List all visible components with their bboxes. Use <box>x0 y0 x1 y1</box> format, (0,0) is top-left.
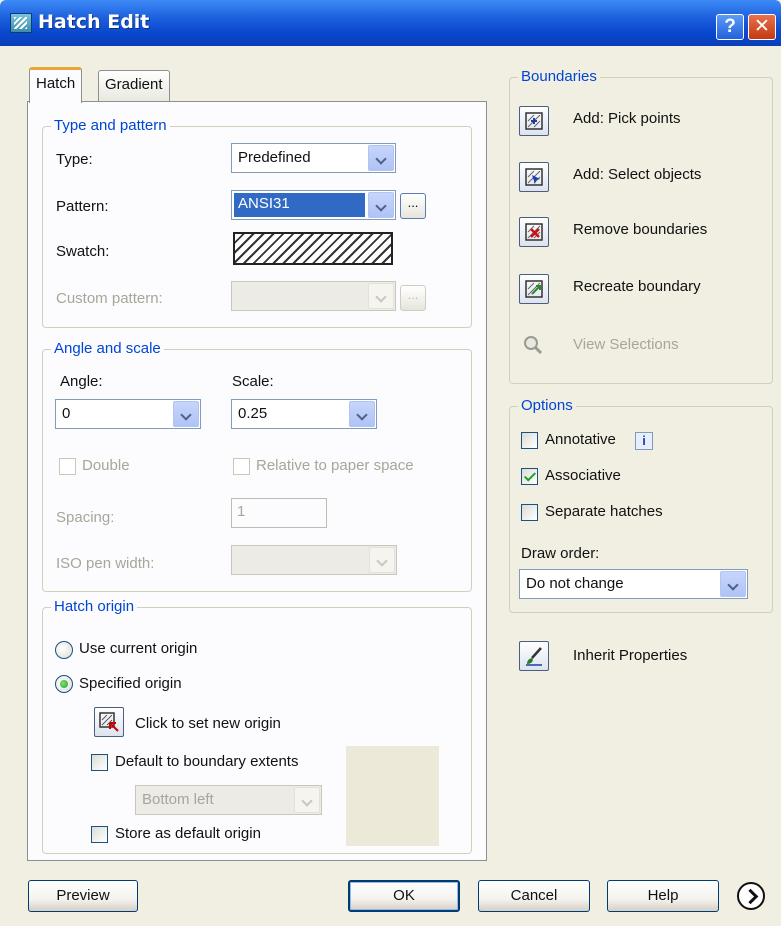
chevron-down-icon[interactable] <box>349 401 375 427</box>
iso-pen-width-label: ISO pen width: <box>56 555 155 572</box>
double-checkbox[interactable] <box>59 458 76 475</box>
pick-points-icon <box>525 112 543 130</box>
spacing-label: Spacing: <box>56 509 115 526</box>
custom-pattern-select[interactable] <box>231 281 396 311</box>
specified-origin-radio[interactable] <box>55 675 73 693</box>
pattern-swatch[interactable] <box>233 232 393 265</box>
scale-value: 0.25 <box>238 405 268 422</box>
type-value: Predefined <box>238 149 311 166</box>
angle-label: Angle: <box>60 373 103 390</box>
origin-position-select[interactable]: Bottom left <box>135 785 322 815</box>
origin-preview <box>346 746 439 846</box>
remove-boundaries-icon <box>525 223 543 241</box>
inherit-properties-label: Inherit Properties <box>573 647 688 664</box>
store-default-origin-checkbox[interactable] <box>91 826 108 843</box>
recreate-boundary-button[interactable] <box>519 274 549 304</box>
remove-boundaries-label: Remove boundaries <box>573 221 708 238</box>
default-boundary-extents-label: Default to boundary extents <box>115 753 299 770</box>
angle-value: 0 <box>62 405 71 422</box>
draw-order-value: Do not change <box>526 575 624 592</box>
chevron-down-icon[interactable] <box>368 283 394 309</box>
set-origin-label: Click to set new origin <box>135 715 281 732</box>
add-pick-points-label: Add: Pick points <box>573 110 681 127</box>
chevron-down-icon[interactable] <box>720 571 746 597</box>
ok-button[interactable]: OK <box>348 880 460 912</box>
options-legend: Options <box>518 397 576 414</box>
associative-checkbox[interactable] <box>521 468 538 485</box>
draw-order-label: Draw order: <box>521 545 600 562</box>
close-icon[interactable]: ✕ <box>748 14 776 40</box>
help-icon[interactable]: ? <box>716 14 744 40</box>
add-pick-points-button[interactable] <box>519 106 549 136</box>
annotative-checkbox[interactable] <box>521 432 538 449</box>
pattern-label: Pattern: <box>56 198 109 215</box>
pattern-browse-button[interactable]: ... <box>400 193 426 219</box>
specified-origin-label: Specified origin <box>79 675 182 692</box>
origin-position-value: Bottom left <box>142 791 214 808</box>
window-title: Hatch Edit <box>38 11 150 33</box>
set-origin-button[interactable] <box>94 707 124 737</box>
chevron-down-icon[interactable] <box>368 192 394 218</box>
title-bar[interactable]: Hatch Edit ? ✕ <box>0 0 781 46</box>
hatch-tab-panel: Type and pattern Type: Predefined Patter… <box>27 101 487 861</box>
chevron-down-icon[interactable] <box>369 547 395 573</box>
recreate-boundary-label: Recreate boundary <box>573 278 701 295</box>
spacing-input[interactable]: 1 <box>231 498 327 528</box>
pattern-select[interactable]: ANSI31 <box>231 190 396 220</box>
default-boundary-extents-checkbox[interactable] <box>91 754 108 771</box>
custom-pattern-browse-button[interactable]: ... <box>400 285 426 311</box>
chevron-down-icon[interactable] <box>294 787 320 813</box>
double-label: Double <box>82 457 130 474</box>
scale-label: Scale: <box>232 373 274 390</box>
boundaries-legend: Boundaries <box>518 68 600 85</box>
store-default-origin-label: Store as default origin <box>115 825 261 842</box>
use-current-origin-radio[interactable] <box>55 641 73 659</box>
paintbrush-icon <box>526 647 542 666</box>
custom-pattern-label: Custom pattern: <box>56 290 163 307</box>
relative-paper-space-label: Relative to paper space <box>256 457 414 474</box>
pattern-value: ANSI31 <box>234 193 365 217</box>
hatch-app-icon <box>10 13 32 33</box>
chevron-down-icon[interactable] <box>368 145 394 171</box>
use-current-origin-label: Use current origin <box>79 640 198 657</box>
relative-paper-space-checkbox[interactable] <box>233 458 250 475</box>
scale-select[interactable]: 0.25 <box>231 399 377 429</box>
preview-button[interactable]: Preview <box>28 880 138 912</box>
inherit-properties-button[interactable] <box>519 641 549 671</box>
tab-gradient[interactable]: Gradient <box>98 70 170 102</box>
associative-label: Associative <box>545 467 621 484</box>
info-icon[interactable]: i <box>635 432 653 450</box>
tab-hatch[interactable]: Hatch <box>29 67 83 103</box>
view-selections-button[interactable] <box>519 331 549 361</box>
separate-hatches-label: Separate hatches <box>545 503 663 520</box>
add-select-objects-label: Add: Select objects <box>573 166 702 183</box>
more-options-icon[interactable] <box>737 882 765 910</box>
spacing-value: 1 <box>237 503 246 520</box>
set-origin-icon <box>99 712 119 732</box>
hatch-origin-legend: Hatch origin <box>51 598 138 615</box>
angle-select[interactable]: 0 <box>55 399 201 429</box>
add-select-objects-button[interactable] <box>519 162 549 192</box>
type-and-pattern-legend: Type and pattern <box>51 117 170 134</box>
remove-boundaries-button[interactable] <box>519 217 549 247</box>
cancel-button[interactable]: Cancel <box>478 880 590 912</box>
recreate-boundary-icon <box>525 280 543 298</box>
type-label: Type: <box>56 151 93 168</box>
angle-and-scale-legend: Angle and scale <box>51 340 164 357</box>
type-select[interactable]: Predefined <box>231 143 396 173</box>
iso-pen-width-select[interactable] <box>231 545 397 575</box>
chevron-down-icon[interactable] <box>173 401 199 427</box>
separate-hatches-checkbox[interactable] <box>521 504 538 521</box>
magnifier-icon <box>524 336 543 355</box>
swatch-label: Swatch: <box>56 243 110 260</box>
select-objects-icon <box>525 168 543 186</box>
view-selections-label: View Selections <box>573 336 679 353</box>
annotative-label: Annotative <box>545 431 616 448</box>
help-button[interactable]: Help <box>607 880 719 912</box>
draw-order-select[interactable]: Do not change <box>519 569 748 599</box>
